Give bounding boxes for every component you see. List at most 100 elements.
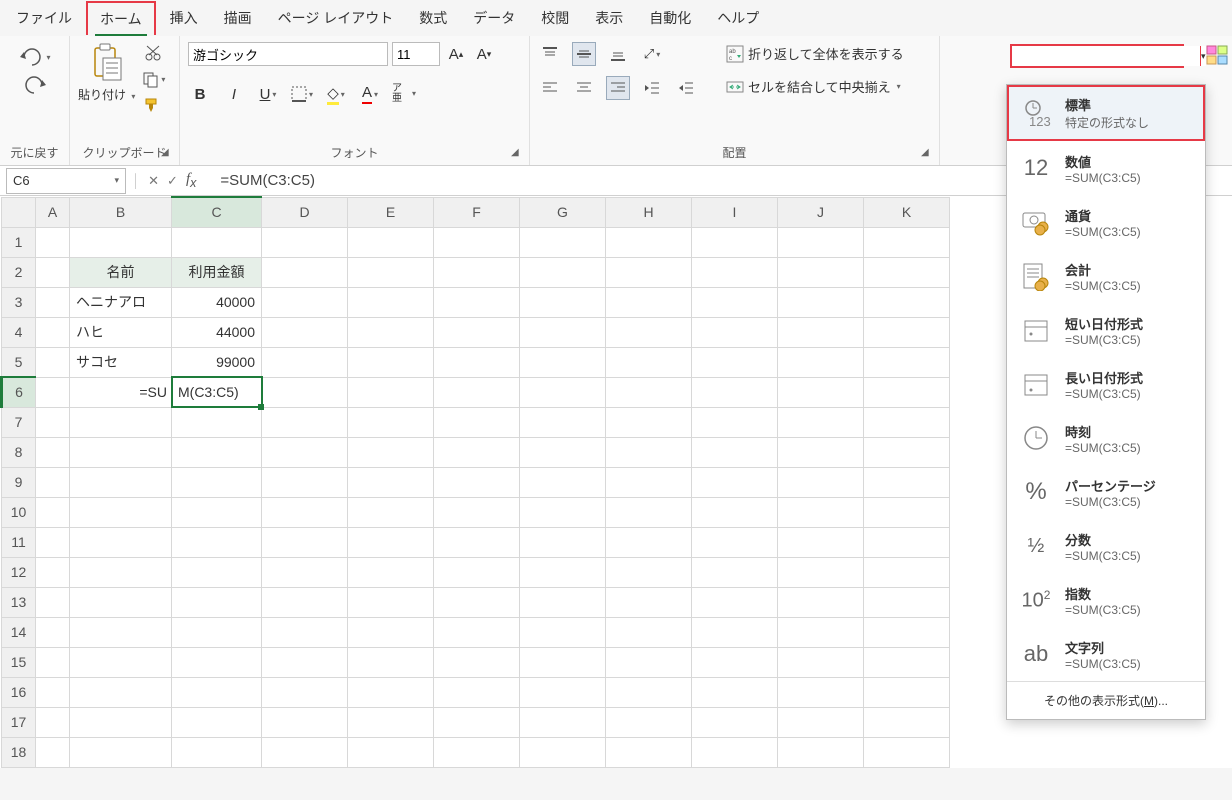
borders-button[interactable]: ▾ (290, 82, 314, 106)
cell[interactable] (520, 317, 606, 347)
column-header[interactable]: E (348, 197, 434, 227)
cell[interactable] (864, 527, 950, 557)
increase-indent-button[interactable] (674, 76, 698, 100)
cell[interactable] (520, 677, 606, 707)
cell[interactable] (36, 287, 70, 317)
cell[interactable] (434, 347, 520, 377)
cell[interactable] (262, 347, 348, 377)
number-format-option[interactable]: 短い日付形式=SUM(C3:C5) (1007, 303, 1205, 357)
paste-button[interactable]: 貼り付け ▾ (78, 42, 135, 103)
cell[interactable] (864, 347, 950, 377)
cell[interactable] (520, 617, 606, 647)
cell[interactable] (262, 647, 348, 677)
cell[interactable] (692, 557, 778, 587)
cell[interactable] (778, 317, 864, 347)
cell[interactable] (172, 527, 262, 557)
column-header[interactable]: G (520, 197, 606, 227)
number-format-option[interactable]: 時刻=SUM(C3:C5) (1007, 411, 1205, 465)
cell[interactable] (778, 497, 864, 527)
decrease-font-button[interactable]: A▾ (472, 42, 496, 66)
cell[interactable] (864, 407, 950, 437)
cell[interactable] (692, 647, 778, 677)
cell[interactable] (70, 737, 172, 767)
cell[interactable] (348, 527, 434, 557)
column-header[interactable]: A (36, 197, 70, 227)
cell[interactable] (262, 497, 348, 527)
cell[interactable] (434, 317, 520, 347)
cell[interactable] (434, 647, 520, 677)
row-header[interactable]: 2 (2, 257, 36, 287)
cell[interactable] (434, 227, 520, 257)
cell[interactable] (262, 437, 348, 467)
dialog-launcher-icon[interactable]: ◢ (161, 147, 175, 161)
fx-icon[interactable]: fx (186, 171, 204, 190)
cell[interactable] (172, 227, 262, 257)
cell[interactable] (348, 647, 434, 677)
cell[interactable] (262, 737, 348, 767)
cell[interactable] (864, 467, 950, 497)
cell[interactable] (778, 257, 864, 287)
cell[interactable] (606, 347, 692, 377)
cell[interactable] (692, 467, 778, 497)
cell[interactable] (606, 587, 692, 617)
cell[interactable] (520, 347, 606, 377)
underline-button[interactable]: U▾ (256, 82, 280, 106)
number-format-combo[interactable]: ▾ (1010, 44, 1184, 68)
cell[interactable] (778, 287, 864, 317)
cell[interactable] (606, 467, 692, 497)
cell[interactable] (172, 407, 262, 437)
cell[interactable] (36, 497, 70, 527)
cell[interactable] (70, 227, 172, 257)
cell[interactable] (692, 707, 778, 737)
cell[interactable] (36, 707, 70, 737)
cell[interactable]: M(C3:C5) (172, 377, 262, 407)
merge-center-button[interactable]: セルを結合して中央揃え ▾ (722, 75, 908, 98)
cell[interactable] (36, 617, 70, 647)
cell[interactable] (348, 257, 434, 287)
column-header[interactable]: D (262, 197, 348, 227)
column-header[interactable]: F (434, 197, 520, 227)
align-middle-button[interactable] (572, 42, 596, 66)
undo-button[interactable]: ▾ (18, 48, 50, 66)
cell[interactable] (692, 317, 778, 347)
cell[interactable] (778, 527, 864, 557)
cell[interactable] (70, 407, 172, 437)
menu-item-2[interactable]: 挿入 (158, 2, 210, 34)
cell[interactable] (262, 257, 348, 287)
cell[interactable] (520, 707, 606, 737)
cell[interactable] (36, 527, 70, 557)
cell[interactable] (778, 707, 864, 737)
cell[interactable] (348, 467, 434, 497)
select-all-corner[interactable] (2, 197, 36, 227)
cell[interactable] (172, 497, 262, 527)
number-format-option[interactable]: ½分数=SUM(C3:C5) (1007, 519, 1205, 573)
row-header[interactable]: 9 (2, 467, 36, 497)
cell[interactable] (692, 587, 778, 617)
cell[interactable] (606, 437, 692, 467)
row-header[interactable]: 18 (2, 737, 36, 767)
redo-button[interactable] (22, 76, 48, 94)
cell[interactable]: 44000 (172, 317, 262, 347)
dialog-launcher-icon[interactable]: ◢ (921, 147, 935, 161)
cell[interactable] (262, 707, 348, 737)
cell[interactable] (692, 737, 778, 767)
cell[interactable] (434, 257, 520, 287)
cell[interactable] (348, 407, 434, 437)
cell[interactable] (864, 737, 950, 767)
cell[interactable] (262, 527, 348, 557)
cell[interactable] (434, 707, 520, 737)
align-top-button[interactable] (538, 42, 562, 66)
cell[interactable]: 99000 (172, 347, 262, 377)
cell[interactable] (70, 557, 172, 587)
cell[interactable] (262, 617, 348, 647)
cell[interactable] (70, 527, 172, 557)
menu-item-6[interactable]: データ (461, 2, 527, 34)
column-header[interactable]: J (778, 197, 864, 227)
decrease-indent-button[interactable] (640, 76, 664, 100)
cell[interactable] (434, 737, 520, 767)
menu-item-9[interactable]: 自動化 (637, 2, 703, 34)
cell[interactable] (606, 557, 692, 587)
cell[interactable] (692, 617, 778, 647)
number-format-option[interactable]: 会計=SUM(C3:C5) (1007, 249, 1205, 303)
cell[interactable] (606, 737, 692, 767)
